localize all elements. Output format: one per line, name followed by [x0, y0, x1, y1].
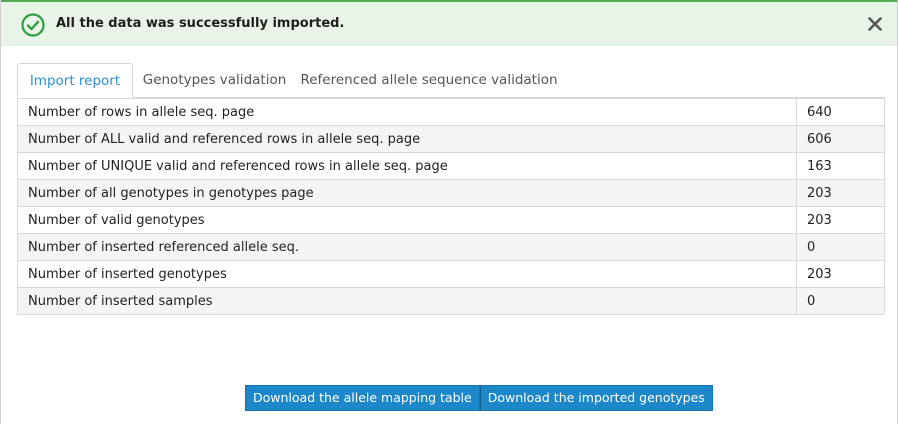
row-label: Number of inserted referenced allele seq…	[17, 233, 797, 261]
row-label: Number of inserted genotypes	[17, 260, 797, 288]
row-value: 203	[796, 179, 885, 207]
tab-genotypes-validation[interactable]: Genotypes validation	[133, 63, 296, 98]
row-label: Number of rows in allele seq. page	[17, 98, 797, 126]
download-allele-mapping-button[interactable]: Download the allele mapping table	[245, 385, 480, 411]
report-tabs: Import report Genotypes validation Refer…	[17, 63, 885, 98]
table-row: Number of rows in allele seq. page 640	[17, 98, 885, 126]
tab-import-report[interactable]: Import report	[17, 63, 133, 98]
download-button-group: Download the allele mapping table Downlo…	[245, 385, 713, 411]
row-label: Number of valid genotypes	[17, 206, 797, 234]
row-label: Number of UNIQUE valid and referenced ro…	[17, 152, 797, 180]
table-row: Number of inserted genotypes 203	[17, 260, 885, 288]
alert-message: All the data was successfully imported.	[56, 16, 345, 31]
table-row: Number of inserted referenced allele seq…	[17, 233, 885, 261]
success-alert: All the data was successfully imported.	[1, 0, 897, 46]
row-value: 606	[796, 125, 885, 153]
check-circle-icon	[21, 13, 45, 37]
table-row: Number of UNIQUE valid and referenced ro…	[17, 152, 885, 180]
row-value: 203	[796, 206, 885, 234]
download-imported-genotypes-button[interactable]: Download the imported genotypes	[479, 385, 713, 411]
close-icon[interactable]	[867, 16, 883, 32]
row-value: 203	[796, 260, 885, 288]
table-row: Number of all genotypes in genotypes pag…	[17, 179, 885, 207]
row-label: Number of ALL valid and referenced rows …	[17, 125, 797, 153]
row-value: 0	[796, 287, 885, 315]
table-row: Number of valid genotypes 203	[17, 206, 885, 234]
import-dialog: All the data was successfully imported. …	[0, 0, 898, 424]
row-value: 163	[796, 152, 885, 180]
tab-referenced-allele-validation[interactable]: Referenced allele sequence validation	[297, 63, 561, 98]
row-label: Number of all genotypes in genotypes pag…	[17, 179, 797, 207]
table-row: Number of ALL valid and referenced rows …	[17, 125, 885, 153]
table-row: Number of inserted samples 0	[17, 287, 885, 315]
row-value: 640	[796, 98, 885, 126]
row-value: 0	[796, 233, 885, 261]
import-report-table: Number of rows in allele seq. page 640 N…	[17, 98, 885, 315]
row-label: Number of inserted samples	[17, 287, 797, 315]
